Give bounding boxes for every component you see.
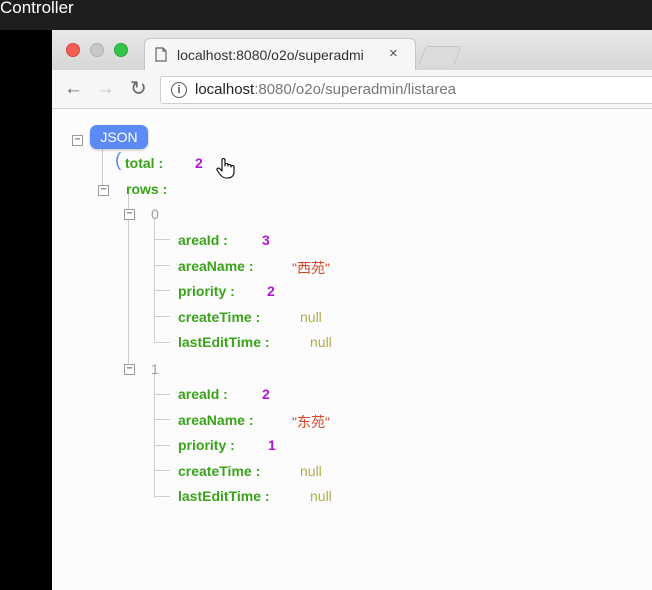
field-value: 3 [262, 232, 270, 248]
field-key: createTime : [178, 309, 261, 325]
selection-bracket: ( [115, 150, 122, 171]
tree-line [154, 419, 170, 420]
browser-window: localhost:8080/o2o/superadmi × ← → ↻ i l… [52, 30, 652, 590]
forward-arrow-icon[interactable]: → [96, 79, 115, 99]
tree-line [154, 316, 170, 317]
field-value: "东苑" [292, 414, 330, 430]
minimize-window-button[interactable] [90, 43, 104, 57]
window-title: Controller [0, 0, 74, 17]
field-value: 2 [262, 386, 270, 402]
url-text: localhost:8080/o2o/superadmin/listarea [195, 81, 456, 98]
page-icon [155, 47, 167, 62]
tab-close-icon[interactable]: × [389, 45, 398, 62]
total-value: 2 [195, 155, 203, 171]
field-key: areaId : [178, 386, 228, 402]
new-tab-button[interactable] [418, 46, 462, 65]
close-window-button[interactable] [66, 43, 80, 57]
tree-line [154, 470, 170, 471]
reload-icon[interactable]: ↻ [130, 79, 147, 99]
url-host: localhost [195, 81, 255, 98]
url-path: :8080/o2o/superadmin/listarea [254, 81, 456, 98]
collapse-rows-toggle[interactable]: − [98, 185, 109, 196]
field-value: "西苑" [292, 260, 330, 276]
field-value: null [310, 488, 332, 504]
field-value: null [300, 463, 322, 479]
tree-line [154, 239, 170, 240]
field-key: lastEditTime : [178, 334, 270, 350]
json-root-badge[interactable]: JSON [90, 125, 148, 149]
info-icon[interactable]: i [171, 82, 187, 98]
field-key: areaName : [178, 258, 254, 274]
tab-title: localhost:8080/o2o/superadmi [177, 47, 364, 63]
field-key: areaId : [178, 232, 228, 248]
tab-strip: localhost:8080/o2o/superadmi × [52, 30, 652, 71]
field-key: createTime : [178, 463, 261, 479]
tree-line [154, 342, 170, 343]
tree-line [154, 290, 170, 291]
tree-line [102, 147, 103, 187]
collapse-root-toggle[interactable]: − [72, 135, 83, 146]
window-title-bar: Controller [0, 0, 652, 30]
maximize-window-button[interactable] [114, 43, 128, 57]
json-viewer: − JSON ( total : 2 − rows : − 0 areaId :… [52, 109, 652, 590]
total-key: total : [125, 155, 164, 171]
tree-line [154, 374, 155, 498]
field-value: 1 [268, 437, 276, 453]
tree-line [154, 496, 170, 497]
field-value: null [310, 334, 332, 350]
hand-cursor-icon [216, 158, 235, 179]
field-value: 2 [267, 283, 275, 299]
back-arrow-icon[interactable]: ← [64, 79, 83, 99]
field-value: null [300, 309, 322, 325]
tree-line [154, 265, 170, 266]
row-index: 0 [151, 206, 159, 222]
field-key: priority : [178, 283, 235, 299]
address-bar[interactable]: i localhost:8080/o2o/superadmin/listarea [160, 76, 652, 104]
browser-tab[interactable]: localhost:8080/o2o/superadmi × [144, 38, 416, 71]
tree-line [154, 445, 170, 446]
tree-line [154, 219, 155, 343]
field-key: lastEditTime : [178, 488, 270, 504]
row-index: 1 [151, 361, 159, 377]
tree-line [154, 394, 170, 395]
rows-key: rows : [126, 181, 168, 197]
browser-toolbar: ← → ↻ i localhost:8080/o2o/superadmin/li… [52, 70, 652, 109]
field-key: areaName : [178, 412, 254, 428]
collapse-row-toggle[interactable]: − [124, 209, 135, 220]
field-key: priority : [178, 437, 235, 453]
collapse-row-toggle[interactable]: − [124, 364, 135, 375]
